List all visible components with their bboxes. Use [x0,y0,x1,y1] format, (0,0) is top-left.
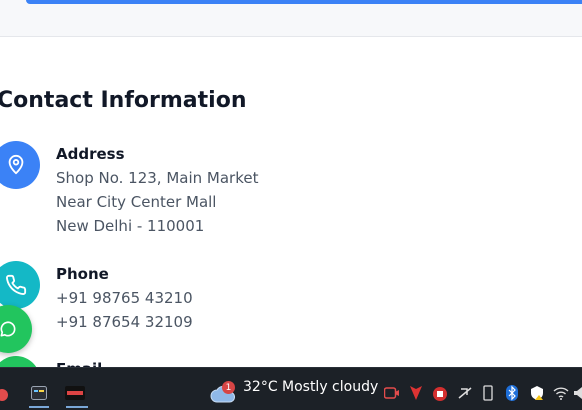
bluetooth-icon[interactable] [505,385,519,401]
address-line-3: New Delhi - 110001 [56,217,205,235]
camera-icon[interactable] [384,386,400,400]
usb-icon[interactable] [482,385,494,401]
weather-badge: 1 [222,381,235,394]
red-app-icon[interactable] [432,386,448,402]
game-app-icon[interactable] [64,384,86,402]
address-line-1: Shop No. 123, Main Market [56,169,259,187]
phone-label: Phone [56,265,109,283]
weather-temperature[interactable]: 32°C [243,379,278,395]
security-warning-icon[interactable] [528,384,546,402]
terminal-app-active-indicator [29,406,49,408]
network-icon[interactable] [456,385,474,401]
address-label: Address [56,145,125,163]
speaker-icon[interactable] [574,386,582,400]
whatsapp-button[interactable] [0,305,32,353]
taskbar-app-left-icon[interactable] [0,384,12,402]
phone-number-2[interactable]: +91 87654 32109 [56,313,193,331]
shield-icon[interactable] [408,385,424,401]
phone-number-1[interactable]: +91 98765 43210 [56,289,193,307]
top-bar [0,0,582,37]
location-pin-icon [0,141,40,189]
top-accent-bar [26,0,582,4]
section-title: Contact Information [0,88,247,113]
chat-bubble-icon [0,321,16,337]
wifi-icon[interactable] [553,386,569,400]
terminal-app-icon[interactable] [29,384,49,402]
phone-icon [0,261,40,309]
game-app-active-indicator [66,406,88,408]
address-line-2: Near City Center Mall [56,193,217,211]
weather-condition[interactable]: Mostly cloudy [282,379,378,395]
